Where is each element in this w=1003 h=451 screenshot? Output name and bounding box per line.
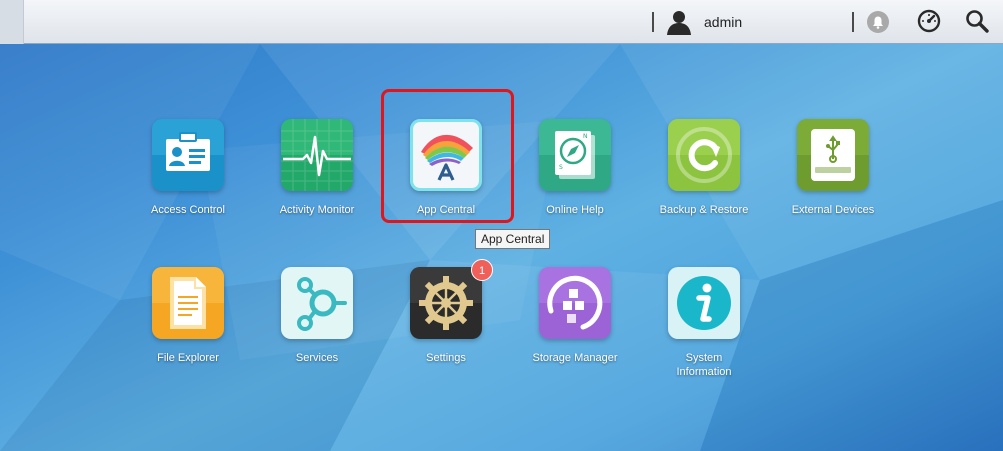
svg-text:N: N [583,133,588,140]
app-label: External Devices [791,204,875,216]
gear-icon[interactable] [410,267,482,339]
app-system-information[interactable]: System Information [639,267,769,387]
app-label: Storage Manager [532,352,618,364]
app-label: Activity Monitor [279,204,355,216]
info-icon[interactable] [668,267,740,339]
top-bar: admin [0,0,1003,44]
app-settings[interactable]: 1 Settings [381,259,511,387]
services-nodes-icon[interactable] [281,267,353,339]
app-services[interactable]: Services [252,267,382,387]
storage-blocks-icon[interactable] [539,267,611,339]
app-online-help[interactable]: N S Online Help [510,119,640,229]
user-icon[interactable] [666,9,692,35]
separator [652,12,654,32]
app-label: Services [295,352,339,364]
folder-document-icon[interactable] [152,267,224,339]
usb-drive-icon[interactable] [797,119,869,191]
search-icon[interactable] [965,9,989,33]
app-label: Backup & Restore [659,204,749,216]
app-activity-monitor[interactable]: Activity Monitor [252,119,382,229]
app-label: Online Help [546,204,604,216]
app-label: System Information [676,352,732,378]
app-label: File Explorer [157,352,219,364]
username-label[interactable]: admin [704,14,742,30]
app-access-control[interactable]: Access Control [123,119,253,229]
app-external-devices[interactable]: External Devices [768,119,898,229]
app-file-explorer[interactable]: File Explorer [123,267,253,387]
id-card-icon[interactable] [152,119,224,191]
menu-edge[interactable] [0,0,24,44]
dashboard-gauge-icon[interactable] [917,9,941,33]
app-storage-manager[interactable]: Storage Manager [510,267,640,387]
app-tooltip: App Central [475,229,551,249]
app-backup-restore[interactable]: Backup & Restore [639,119,769,229]
notification-bell-icon[interactable] [866,10,890,34]
highlight-box [381,89,514,223]
backup-refresh-icon[interactable] [668,119,740,191]
separator [852,12,854,32]
compass-book-icon[interactable]: N S [539,119,611,191]
app-label: Access Control [151,204,225,216]
heartbeat-monitor-icon[interactable] [281,119,353,191]
svg-text:S: S [559,164,563,171]
notification-badge: 1 [471,259,493,281]
app-label: Settings [426,352,466,364]
